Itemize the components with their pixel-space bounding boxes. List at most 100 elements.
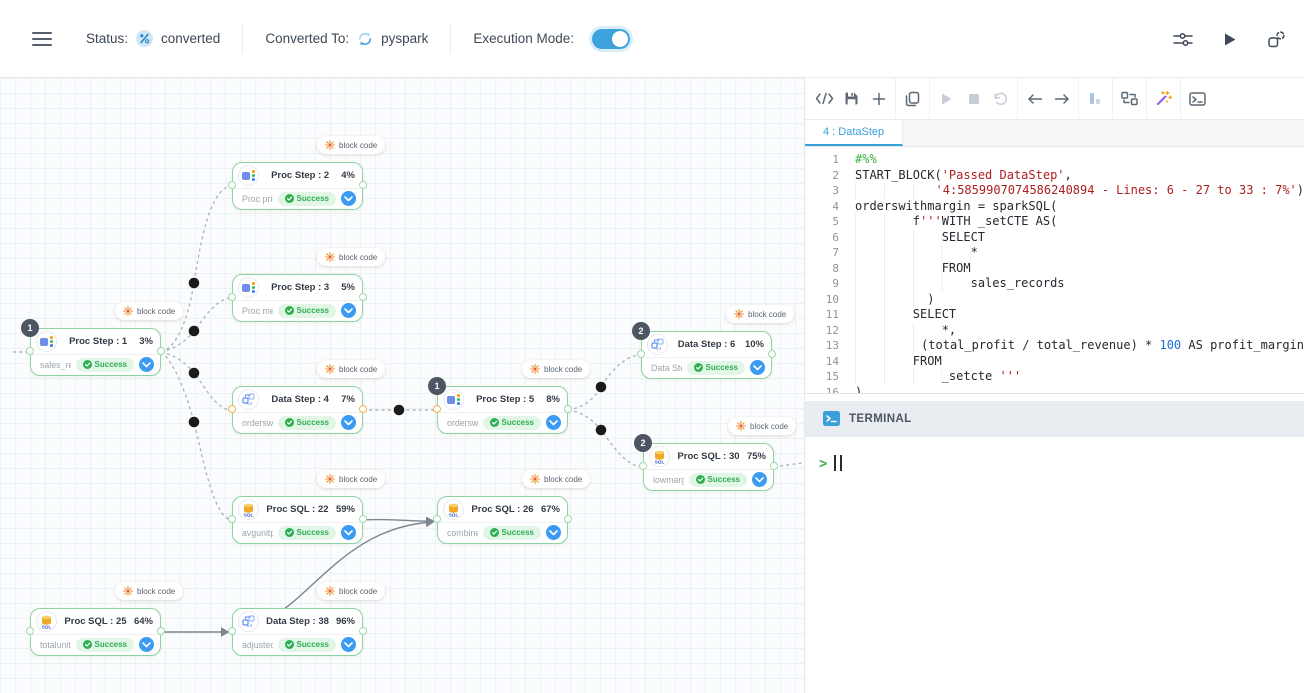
block-code-pill[interactable]: block code: [317, 360, 385, 378]
node-data-step-6[interactable]: 2 Data Step : 6 10% Data Step Success: [641, 331, 772, 379]
node-port-right[interactable]: [770, 462, 778, 470]
block-code-pill[interactable]: block code: [522, 470, 590, 488]
node-expand-button[interactable]: [341, 415, 356, 430]
node-port-right[interactable]: [359, 405, 367, 413]
edge-waypoint-dot[interactable]: [189, 326, 200, 337]
execution-mode-toggle[interactable]: [592, 29, 630, 49]
code-line[interactable]: 10): [805, 292, 1304, 308]
node-proc-step-5[interactable]: 1 Proc Step : 5 8% orderswith... Success: [437, 386, 568, 434]
node-port-left[interactable]: [228, 181, 236, 189]
edge-waypoint-dot[interactable]: [189, 368, 200, 379]
edge-waypoint-dot[interactable]: [596, 382, 607, 393]
node-data-step-38[interactable]: Data Step : 38 96% adjustedunit... Succe…: [232, 608, 363, 656]
block-code-pill[interactable]: block code: [726, 305, 794, 323]
code-line[interactable]: 12*,: [805, 323, 1304, 339]
edge-waypoint-dot[interactable]: [189, 417, 200, 428]
group-nodes-icon[interactable]: [1267, 31, 1286, 48]
node-expand-button[interactable]: [139, 637, 154, 652]
node-proc-step-2[interactable]: Proc Step : 2 4% Proc print Success: [232, 162, 363, 210]
node-port-left[interactable]: [637, 350, 645, 358]
run-pipeline-icon[interactable]: [1223, 32, 1237, 47]
hamburger-menu-icon[interactable]: [32, 32, 52, 46]
nav-back-icon[interactable]: [1021, 78, 1048, 120]
block-code-pill[interactable]: block code: [728, 417, 796, 435]
edge-waypoint-dot[interactable]: [394, 405, 405, 416]
block-code-pill[interactable]: block code: [317, 136, 385, 154]
panel-resizer[interactable]: [805, 393, 1304, 401]
node-proc-sql-25[interactable]: SQL Proc SQL : 25 64% totalunitssol... S…: [30, 608, 161, 656]
code-line[interactable]: 11SELECT: [805, 307, 1304, 323]
block-code-pill[interactable]: block code: [115, 582, 183, 600]
code-line[interactable]: 13(total_profit / total_revenue) * 100 A…: [805, 338, 1304, 354]
node-expand-button[interactable]: [546, 525, 561, 540]
node-expand-button[interactable]: [546, 415, 561, 430]
node-port-left[interactable]: [433, 515, 441, 523]
node-data-step-4[interactable]: Data Step : 4 7% orderswith... Success: [232, 386, 363, 434]
code-view-icon[interactable]: [811, 78, 838, 120]
node-proc-sql-30[interactable]: 2 SQL Proc SQL : 30 75% lowmarginor... S…: [643, 443, 774, 491]
node-expand-button[interactable]: [750, 360, 765, 375]
copy-icon[interactable]: [899, 78, 926, 120]
node-proc-step-3[interactable]: Proc Step : 3 5% Proc means Success: [232, 274, 363, 322]
nav-forward-icon[interactable]: [1048, 78, 1075, 120]
save-icon[interactable]: [838, 78, 865, 120]
block-code-pill[interactable]: block code: [317, 470, 385, 488]
node-port-right[interactable]: [359, 181, 367, 189]
code-line[interactable]: 15_setcte ''': [805, 369, 1304, 385]
node-port-right[interactable]: [564, 515, 572, 523]
node-header: SQL Proc SQL : 22 59%: [233, 497, 362, 523]
add-block-icon[interactable]: [865, 78, 892, 120]
code-line[interactable]: 7*: [805, 245, 1304, 261]
code-line[interactable]: 5f'''WITH _setCTE AS(: [805, 214, 1304, 230]
node-port-right[interactable]: [359, 293, 367, 301]
code-line[interactable]: 9sales_records: [805, 276, 1304, 292]
magic-wand-icon[interactable]: [1150, 78, 1177, 120]
edge-waypoint-dot[interactable]: [189, 278, 200, 289]
node-expand-button[interactable]: [139, 357, 154, 372]
node-port-left[interactable]: [228, 515, 236, 523]
code-editor[interactable]: 1#%%2START_BLOCK('Passed DataStep',3'4:5…: [805, 147, 1304, 393]
node-port-left[interactable]: [26, 627, 34, 635]
block-code-pill[interactable]: block code: [115, 302, 183, 320]
code-line[interactable]: 14FROM: [805, 354, 1304, 370]
node-expand-button[interactable]: [341, 525, 356, 540]
edge-waypoint-dot[interactable]: [596, 425, 607, 436]
node-proc-sql-22[interactable]: SQL Proc SQL : 22 59% avgunitprice... Su…: [232, 496, 363, 544]
terminal-toggle-icon[interactable]: [1184, 78, 1211, 120]
node-port-left[interactable]: [228, 293, 236, 301]
code-line[interactable]: 1#%%: [805, 152, 1304, 168]
node-port-left[interactable]: [228, 405, 236, 413]
node-port-left[interactable]: [433, 405, 441, 413]
node-port-right[interactable]: [359, 627, 367, 635]
node-port-left[interactable]: [228, 627, 236, 635]
block-code-pill[interactable]: block code: [522, 360, 590, 378]
node-proc-step-1[interactable]: 1 Proc Step : 1 3% sales_records Success: [30, 328, 161, 376]
node-expand-button[interactable]: [341, 637, 356, 652]
node-expand-button[interactable]: [341, 303, 356, 318]
node-proc-sql-26[interactable]: SQL Proc SQL : 26 67% combinedm... Succe…: [437, 496, 568, 544]
tab-datastep[interactable]: 4 : DataStep: [805, 120, 903, 146]
node-port-right[interactable]: [564, 405, 572, 413]
pipeline-canvas[interactable]: block code Proc Step : 2 4% Proc print S…: [0, 78, 804, 693]
node-expand-button[interactable]: [341, 191, 356, 206]
node-port-right[interactable]: [359, 515, 367, 523]
code-line[interactable]: 6SELECT: [805, 230, 1304, 246]
code-line[interactable]: 4orderswithmargin = sparkSQL(: [805, 199, 1304, 215]
block-code-pill[interactable]: block code: [317, 582, 385, 600]
filter-sliders-icon[interactable]: [1173, 31, 1193, 48]
node-expand-button[interactable]: [752, 472, 767, 487]
code-line[interactable]: 2START_BLOCK('Passed DataStep',: [805, 168, 1304, 184]
node-port-right[interactable]: [157, 627, 165, 635]
node-port-right[interactable]: [157, 347, 165, 355]
node-port-left[interactable]: [639, 462, 647, 470]
swap-icon[interactable]: [1116, 78, 1143, 120]
node-port-right[interactable]: [768, 350, 776, 358]
code-line[interactable]: 16): [805, 385, 1304, 393]
code-line[interactable]: 3'4:5859907074586240894 - Lines: 6 - 27 …: [805, 183, 1304, 199]
block-code-pill[interactable]: block code: [317, 248, 385, 266]
terminal-header[interactable]: TERMINAL: [805, 401, 1304, 437]
node-port-left[interactable]: [26, 347, 34, 355]
terminal-body[interactable]: >: [805, 437, 1304, 693]
node-order-badge: 1: [21, 319, 39, 337]
code-line[interactable]: 8FROM: [805, 261, 1304, 277]
